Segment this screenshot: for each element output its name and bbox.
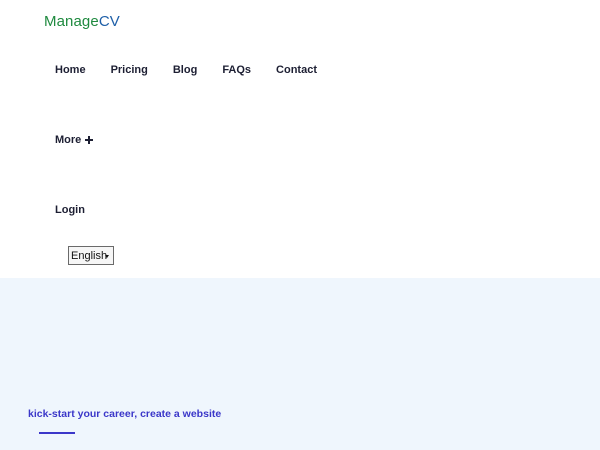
login-link[interactable]: Login xyxy=(55,203,85,217)
caret-down-icon xyxy=(105,255,109,258)
nav-pricing-link[interactable]: Pricing xyxy=(111,63,148,77)
nav-more-label: More xyxy=(55,134,82,146)
site-logo[interactable]: ManageCV xyxy=(44,13,120,31)
main-nav: Home Pricing Blog FAQs Contact xyxy=(55,63,317,77)
hero-tagline: kick-start your career, create a website xyxy=(28,408,222,420)
logo-text-manage: Manage xyxy=(44,13,99,30)
logo-text-cv: CV xyxy=(98,13,120,30)
plus-icon xyxy=(85,136,94,144)
nav-blog-link[interactable]: Blog xyxy=(173,63,197,77)
nav-faqs-link[interactable]: FAQs xyxy=(222,63,251,77)
hero-section: kick-start your career, create a website xyxy=(0,278,600,450)
nav-contact-link[interactable]: Contact xyxy=(276,63,317,77)
nav-more-dropdown[interactable]: More xyxy=(55,133,94,147)
language-select[interactable]: English xyxy=(68,246,114,265)
language-select-value: English xyxy=(71,249,108,262)
tagline-underline-divider xyxy=(39,432,75,434)
nav-home-link[interactable]: Home xyxy=(55,63,86,77)
